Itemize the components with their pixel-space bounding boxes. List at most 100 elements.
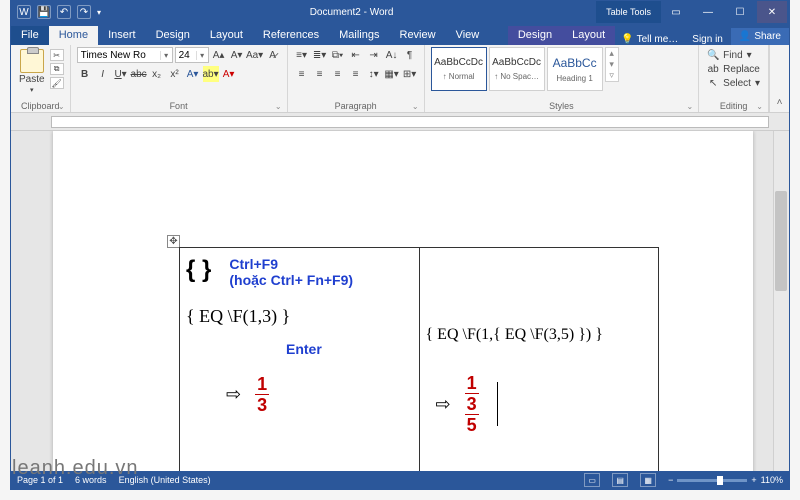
- subscript-button[interactable]: x₂: [149, 66, 165, 82]
- change-case-button[interactable]: Aa▾: [247, 47, 263, 63]
- replace-button[interactable]: abReplace: [707, 63, 760, 75]
- tab-home[interactable]: Home: [49, 26, 98, 45]
- fraction-result-right: 1 3 5: [465, 374, 479, 434]
- qat-customize-icon[interactable]: ▾: [97, 8, 101, 17]
- read-mode-button[interactable]: ▭: [584, 473, 600, 487]
- decrease-indent-button[interactable]: ⇤: [348, 47, 364, 63]
- justify-button[interactable]: ≡: [348, 66, 364, 82]
- font-size-input[interactable]: [176, 50, 196, 61]
- font-color-button[interactable]: A▾: [221, 66, 237, 82]
- redo-icon[interactable]: ↷: [77, 5, 91, 19]
- copy-button[interactable]: ⧉: [50, 63, 64, 75]
- font-size-combo[interactable]: ▾: [175, 47, 209, 63]
- minimize-button[interactable]: —: [693, 1, 723, 23]
- page[interactable]: ✥ { } Ctrl+F9 (hoặc Ctrl+ Fn+F9) { EQ \F…: [53, 131, 753, 471]
- style-no-spacing[interactable]: AaBbCcDc ↑ No Spac…: [489, 47, 545, 91]
- zoom-slider-thumb[interactable]: [717, 476, 723, 485]
- find-button[interactable]: 🔍Find ▾: [707, 49, 760, 61]
- hint-enter: Enter: [286, 341, 413, 357]
- sort-button[interactable]: A↓: [384, 47, 400, 63]
- text-effects-button[interactable]: A▾: [185, 66, 201, 82]
- table-cell-right[interactable]: { EQ \F(1,{ EQ \F(3,5) }) } ⇨ 1 3 5: [420, 248, 659, 471]
- chevron-down-icon: ▾: [30, 86, 34, 94]
- cut-button[interactable]: ✂: [50, 49, 64, 61]
- tell-me-search[interactable]: 💡 Tell me…: [615, 34, 684, 45]
- vertical-scrollbar[interactable]: [773, 131, 789, 471]
- zoom-out-button[interactable]: −: [668, 475, 673, 485]
- increase-indent-button[interactable]: ⇥: [366, 47, 382, 63]
- zoom-level[interactable]: 110%: [761, 475, 783, 485]
- status-words[interactable]: 6 words: [75, 475, 107, 485]
- borders-button[interactable]: ⊞▾: [402, 66, 418, 82]
- underline-button[interactable]: U▾: [113, 66, 129, 82]
- font-name-combo[interactable]: ▾: [77, 47, 173, 63]
- tab-table-layout[interactable]: Layout: [562, 26, 615, 45]
- paste-button[interactable]: Paste ▾: [17, 47, 47, 94]
- chevron-down-icon[interactable]: ▾: [160, 51, 172, 60]
- tab-design[interactable]: Design: [146, 26, 200, 45]
- window-controls: ▭ — ☐ ✕: [661, 1, 789, 23]
- bullets-button[interactable]: ≡▾: [294, 47, 310, 63]
- undo-icon[interactable]: ↶: [57, 5, 71, 19]
- style-normal[interactable]: AaBbCcDc ↑ Normal: [431, 47, 487, 91]
- align-right-button[interactable]: ≡: [330, 66, 346, 82]
- show-marks-button[interactable]: ¶: [402, 47, 418, 63]
- table-cell-left[interactable]: { } Ctrl+F9 (hoặc Ctrl+ Fn+F9) { EQ \F(1…: [180, 248, 420, 471]
- tab-table-design[interactable]: Design: [508, 26, 562, 45]
- shading-button[interactable]: ▦▾: [384, 66, 400, 82]
- zoom-in-button[interactable]: +: [751, 475, 756, 485]
- lightbulb-icon: 💡: [621, 34, 633, 45]
- chevron-down-icon[interactable]: ▾: [606, 59, 618, 70]
- more-icon[interactable]: ▿: [606, 70, 618, 81]
- tab-references[interactable]: References: [253, 26, 329, 45]
- shrink-font-button[interactable]: A▾: [229, 47, 245, 63]
- fraction-numerator: 1: [257, 375, 267, 393]
- style-heading-1[interactable]: AaBbCc Heading 1: [547, 47, 603, 91]
- ribbon-display-options-icon[interactable]: ▭: [661, 1, 691, 23]
- multilevel-list-button[interactable]: ⧉▾: [330, 47, 346, 63]
- style-name: Heading 1: [556, 74, 592, 83]
- tab-view[interactable]: View: [446, 26, 490, 45]
- tab-layout[interactable]: Layout: [200, 26, 253, 45]
- tab-file[interactable]: File: [11, 26, 49, 45]
- web-layout-button[interactable]: ▦: [640, 473, 656, 487]
- italic-button[interactable]: I: [95, 66, 111, 82]
- align-center-button[interactable]: ≡: [312, 66, 328, 82]
- status-page[interactable]: Page 1 of 1: [17, 475, 63, 485]
- tell-me-label: Tell me…: [637, 34, 679, 45]
- find-label: Find: [723, 50, 742, 61]
- hint-ctrl-fn-f9: (hoặc Ctrl+ Fn+F9): [229, 272, 353, 288]
- strikethrough-button[interactable]: abc: [131, 66, 147, 82]
- align-left-button[interactable]: ≡: [294, 66, 310, 82]
- format-painter-button[interactable]: 🖌: [50, 77, 64, 89]
- horizontal-ruler[interactable]: [51, 116, 769, 128]
- tab-insert[interactable]: Insert: [98, 26, 146, 45]
- clear-formatting-button[interactable]: A̷: [265, 47, 281, 63]
- close-button[interactable]: ✕: [757, 1, 787, 23]
- scrollbar-thumb[interactable]: [775, 191, 787, 291]
- hint-ctrl-f9: Ctrl+F9: [229, 256, 353, 272]
- group-label-clipboard: Clipboard: [17, 100, 64, 111]
- styles-gallery-more[interactable]: ▴ ▾ ▿: [605, 47, 619, 82]
- bold-button[interactable]: B: [77, 66, 93, 82]
- select-button[interactable]: ↖Select ▾: [707, 77, 760, 89]
- sign-in-link[interactable]: Sign in: [684, 34, 731, 45]
- tab-review[interactable]: Review: [390, 26, 446, 45]
- chevron-down-icon[interactable]: ▾: [196, 51, 208, 60]
- print-layout-button[interactable]: ▤: [612, 473, 628, 487]
- zoom-slider[interactable]: [677, 479, 747, 482]
- maximize-button[interactable]: ☐: [725, 1, 755, 23]
- save-icon[interactable]: 💾: [37, 5, 51, 19]
- status-bar: Page 1 of 1 6 words English (United Stat…: [11, 471, 789, 489]
- chevron-up-icon[interactable]: ▴: [606, 48, 618, 59]
- share-button[interactable]: 👤Share: [731, 28, 789, 45]
- status-language[interactable]: English (United States): [119, 475, 211, 485]
- highlight-button[interactable]: ab▾: [203, 66, 219, 82]
- grow-font-button[interactable]: A▴: [211, 47, 227, 63]
- tab-mailings[interactable]: Mailings: [329, 26, 389, 45]
- numbering-button[interactable]: ≣▾: [312, 47, 328, 63]
- superscript-button[interactable]: x²: [167, 66, 183, 82]
- line-spacing-button[interactable]: ↕▾: [366, 66, 382, 82]
- collapse-ribbon-button[interactable]: ˄: [769, 45, 789, 112]
- font-name-input[interactable]: [78, 50, 160, 61]
